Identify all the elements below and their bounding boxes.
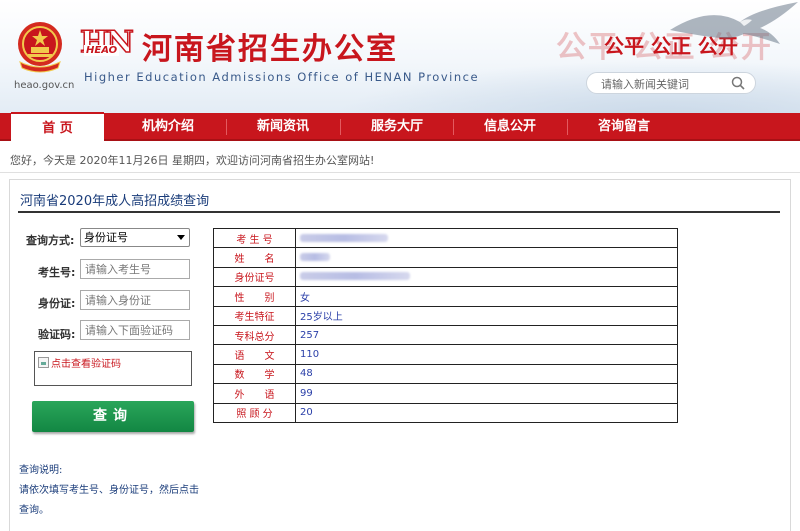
result-value: 女 [295, 286, 678, 307]
result-row: 身份证号 [213, 266, 678, 288]
result-label: 数 学 [213, 363, 296, 385]
result-row: 姓 名 [213, 247, 678, 268]
panel-title-rule [18, 211, 780, 213]
nav-item-consult[interactable]: 咨询留言 [569, 113, 679, 141]
result-row: 专科总分 257 [213, 324, 678, 346]
result-value: 99 [295, 383, 678, 404]
query-button[interactable]: 查询 [32, 401, 194, 432]
exam-no-input[interactable] [80, 259, 190, 279]
result-row: 数 学 48 [213, 363, 678, 385]
nav-item-disclosure[interactable]: 信息公开 [455, 113, 565, 141]
nav-item-about[interactable]: 机构介绍 [113, 113, 223, 141]
redacted-value [300, 233, 388, 242]
search-box [586, 72, 756, 94]
query-method-label: 查询方式: [26, 234, 75, 247]
site-title[interactable]: 河南省招生办公室 [142, 24, 398, 68]
result-row: 语 文 110 [213, 344, 678, 365]
result-label: 外 语 [213, 383, 296, 404]
panel-title: 河南省2020年成人高招成绩查询 [20, 194, 210, 209]
heao-logo-text: HEAO [84, 45, 120, 56]
captcha-image[interactable]: 点击查看验证码 [38, 355, 121, 370]
captcha-alt-text: 点击查看验证码 [51, 359, 121, 370]
notes-title: 查询说明: [19, 465, 63, 476]
id-input[interactable] [80, 290, 190, 310]
result-value: 257 [295, 324, 678, 346]
broken-image-icon [38, 357, 49, 368]
exam-no-label: 考生号: [38, 266, 76, 279]
nav-divider [226, 119, 227, 135]
result-label: 照 顾 分 [213, 402, 296, 423]
site-header: heao.gov.cn HN HEAO 河南省招生办公室 Higher Educ… [0, 0, 800, 113]
result-value: 110 [295, 344, 678, 365]
nav-item-home[interactable]: 首 页 [11, 112, 104, 142]
redacted-value [300, 272, 410, 281]
result-value [295, 227, 678, 249]
result-value: 25岁以上 [295, 305, 678, 326]
result-row: 照 顾 分 20 [213, 402, 678, 423]
welcome-text: 您好，今天是 2020年11月26日 星期四，欢迎访问河南省招生办公室网站! [10, 154, 375, 167]
results-table: 考 生 号姓 名身份证号性 别女考生特征 25岁以上 专科总分 257 语 文 110 数 … [213, 227, 678, 423]
notes-body: 请依次填写考生号、身份证号，然后点击查询。 [19, 485, 199, 516]
main-nav: 首 页 机构介绍 新闻资讯 服务大厅 信息公开 咨询留言 [0, 112, 800, 142]
result-row: 外 语 99 [213, 383, 678, 404]
result-row: 性 别女 [213, 286, 678, 307]
result-row: 考生特征 25岁以上 [213, 305, 678, 326]
captcha-image-box[interactable]: 点击查看验证码 [34, 351, 192, 386]
search-icon[interactable] [731, 76, 745, 90]
chevron-down-icon [177, 235, 185, 240]
captcha-input[interactable] [80, 320, 190, 340]
result-value [295, 247, 678, 268]
national-emblem-icon [18, 22, 62, 73]
result-label: 考生特征 [213, 305, 296, 326]
nav-item-news[interactable]: 新闻资讯 [228, 113, 338, 141]
result-label: 姓 名 [213, 247, 296, 268]
result-label: 考 生 号 [213, 227, 296, 249]
eagle-icon [670, 2, 798, 44]
site-subtitle: Higher Education Admissions Office of HE… [84, 70, 480, 84]
search-input[interactable] [601, 76, 721, 92]
query-method-select[interactable]: 身份证号 [80, 228, 190, 247]
redacted-value [300, 253, 330, 262]
result-label: 性 别 [213, 286, 296, 307]
nav-divider [340, 119, 341, 135]
result-value [295, 266, 678, 288]
divider [0, 172, 800, 173]
result-row: 考 生 号 [213, 227, 678, 249]
nav-divider [567, 119, 568, 135]
captcha-label: 验证码: [38, 328, 76, 341]
result-label: 身份证号 [213, 266, 296, 288]
nav-item-service[interactable]: 服务大厅 [342, 113, 452, 141]
result-value: 48 [295, 363, 678, 385]
query-method-value: 身份证号 [84, 231, 128, 244]
nav-divider [453, 119, 454, 135]
result-label: 语 文 [213, 344, 296, 365]
result-label: 专科总分 [213, 324, 296, 346]
domain-text: heao.gov.cn [14, 80, 75, 91]
id-label: 身份证: [38, 297, 76, 310]
result-value: 20 [295, 402, 678, 423]
